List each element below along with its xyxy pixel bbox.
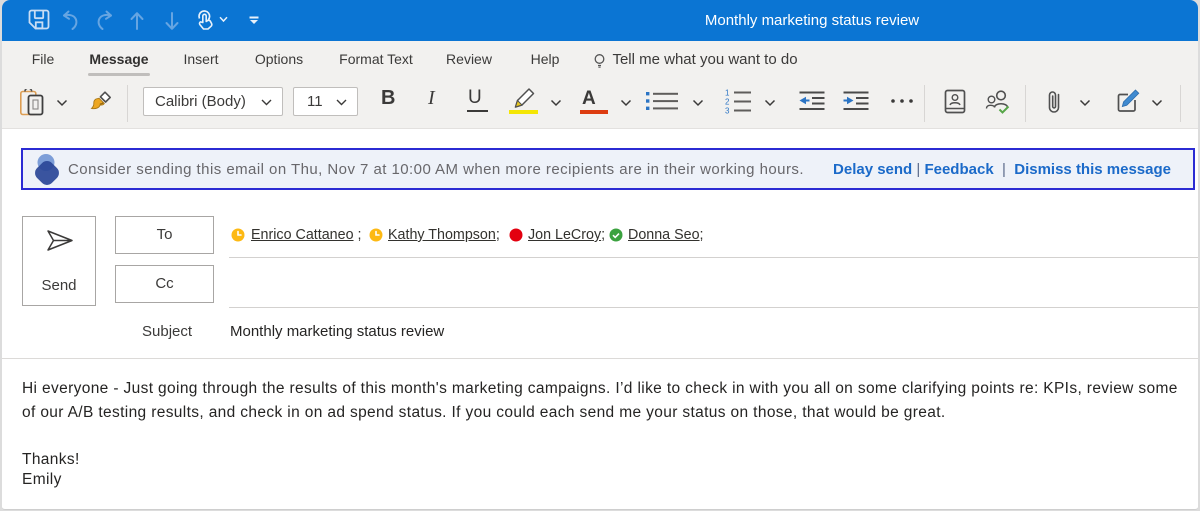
svg-text:1: 1 — [725, 89, 730, 98]
svg-text:2: 2 — [725, 98, 730, 107]
svg-text:3: 3 — [725, 107, 730, 116]
